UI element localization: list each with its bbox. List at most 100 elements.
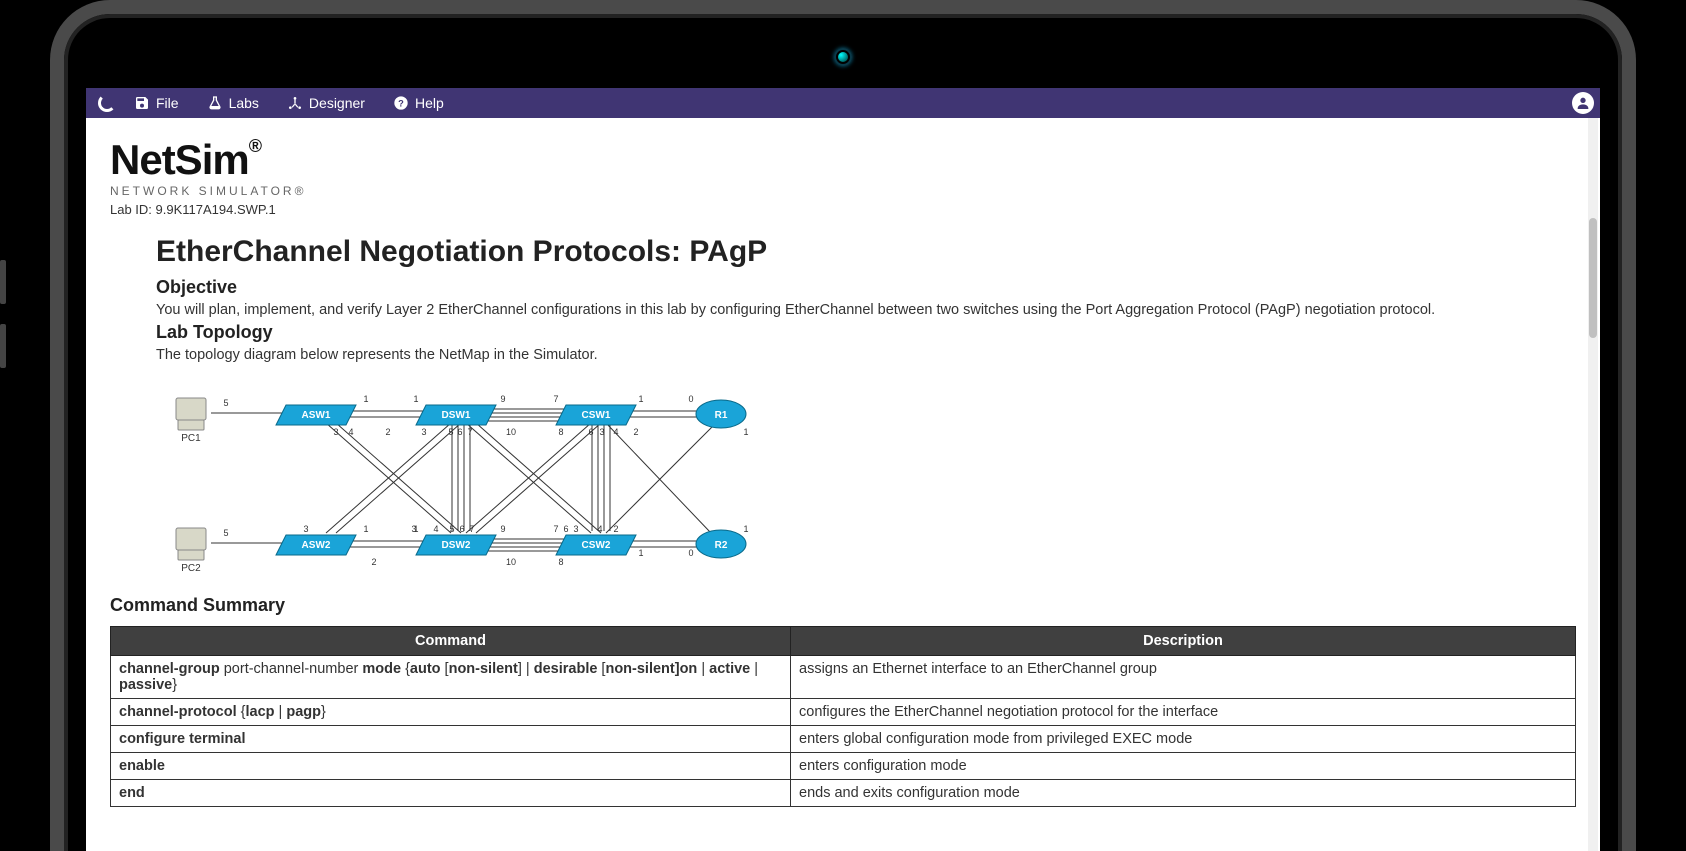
pc2-node: PC2 <box>176 528 206 574</box>
svg-text:R2: R2 <box>715 540 728 551</box>
svg-text:4: 4 <box>348 427 353 437</box>
objective-heading: Objective <box>156 277 1576 298</box>
table-row: channel-protocol {lacp | pagp}configures… <box>111 699 1576 726</box>
lab-id-label: Lab ID: <box>110 202 156 217</box>
svg-text:1: 1 <box>363 524 368 534</box>
menu-labs-label: Labs <box>229 95 259 111</box>
svg-text:CSW2: CSW2 <box>582 540 611 551</box>
scrollbar[interactable] <box>1588 118 1598 851</box>
description-cell: enters configuration mode <box>791 753 1576 780</box>
svg-text:8: 8 <box>558 427 563 437</box>
dsw2-node: DSW2 <box>416 535 496 555</box>
svg-text:9: 9 <box>500 394 505 404</box>
svg-text:2: 2 <box>371 557 376 567</box>
lab-id-value: 9.9K117A194.SWP.1 <box>156 202 276 217</box>
logo-main: NetSim <box>110 136 249 183</box>
svg-text:5: 5 <box>448 427 453 437</box>
svg-text:1: 1 <box>743 427 748 437</box>
command-cell: channel-group port-channel-number mode {… <box>111 656 791 699</box>
asw2-node: ASW2 <box>276 535 356 555</box>
command-cell: end <box>111 780 791 807</box>
flask-icon <box>207 95 223 111</box>
svg-text:9: 9 <box>500 524 505 534</box>
command-cell: channel-protocol {lacp | pagp} <box>111 699 791 726</box>
svg-text:CSW1: CSW1 <box>582 410 611 421</box>
svg-text:0: 0 <box>688 548 693 558</box>
svg-text:6: 6 <box>563 524 568 534</box>
menu-file[interactable]: File <box>134 95 179 111</box>
table-row: enableenters configuration mode <box>111 753 1576 780</box>
description-cell: assigns an Ethernet interface to an Ethe… <box>791 656 1576 699</box>
svg-text:2: 2 <box>613 524 618 534</box>
svg-text:4: 4 <box>613 427 618 437</box>
menu-help-label: Help <box>415 95 444 111</box>
svg-text:6: 6 <box>459 524 464 534</box>
asw1-node: ASW1 <box>276 405 356 425</box>
tablet-frame: File Labs Designer ? <box>50 0 1636 851</box>
svg-text:PC1: PC1 <box>181 433 201 444</box>
command-cell: configure terminal <box>111 726 791 753</box>
topology-diagram: PC1 PC2 ASW1 <box>156 373 796 583</box>
svg-text:10: 10 <box>506 557 516 567</box>
csw2-node: CSW2 <box>556 535 636 555</box>
menu-designer[interactable]: Designer <box>287 95 365 111</box>
logo-sub: NETWORK SIMULATOR <box>110 184 295 198</box>
svg-text:1: 1 <box>743 524 748 534</box>
svg-text:1: 1 <box>638 394 643 404</box>
svg-text:ASW2: ASW2 <box>302 540 331 551</box>
device-camera <box>834 48 852 66</box>
svg-text:3: 3 <box>333 427 338 437</box>
svg-text:7: 7 <box>553 394 558 404</box>
svg-text:1: 1 <box>413 394 418 404</box>
svg-text:4: 4 <box>597 524 602 534</box>
pc1-node: PC1 <box>176 398 206 444</box>
scrollbar-thumb[interactable] <box>1589 218 1597 338</box>
logo-reg2: ® <box>295 184 307 198</box>
menu-designer-label: Designer <box>309 95 365 111</box>
topology-text: The topology diagram below represents th… <box>156 347 1576 363</box>
network-icon <box>287 95 303 111</box>
svg-text:3: 3 <box>421 427 426 437</box>
user-avatar-icon[interactable] <box>1572 92 1594 114</box>
content-area: NetSim® NETWORK SIMULATOR® Lab ID: 9.9K1… <box>86 118 1600 851</box>
svg-text:1: 1 <box>638 548 643 558</box>
svg-text:PC2: PC2 <box>181 563 201 574</box>
svg-text:0: 0 <box>688 394 693 404</box>
svg-text:ASW1: ASW1 <box>302 410 331 421</box>
col-command: Command <box>111 627 791 656</box>
command-summary-heading: Command Summary <box>110 595 1576 616</box>
svg-text:3: 3 <box>303 524 308 534</box>
svg-text:3: 3 <box>411 524 416 534</box>
svg-text:4: 4 <box>433 524 438 534</box>
svg-text:7: 7 <box>553 524 558 534</box>
table-row: configure terminalenters global configur… <box>111 726 1576 753</box>
col-description: Description <box>791 627 1576 656</box>
svg-text:3: 3 <box>599 427 604 437</box>
command-summary-table: Command Description channel-group port-c… <box>110 626 1576 807</box>
csw1-node: CSW1 <box>556 405 636 425</box>
menu-labs[interactable]: Labs <box>207 95 259 111</box>
svg-text:R1: R1 <box>715 410 728 421</box>
svg-text:7: 7 <box>469 524 474 534</box>
logo-reg1: ® <box>249 136 261 156</box>
table-row: endends and exits configuration mode <box>111 780 1576 807</box>
loading-spinner-icon <box>98 94 116 112</box>
lab-id: Lab ID: 9.9K117A194.SWP.1 <box>110 202 1576 217</box>
table-row: channel-group port-channel-number mode {… <box>111 656 1576 699</box>
svg-text:3: 3 <box>573 524 578 534</box>
svg-text:10: 10 <box>506 427 516 437</box>
save-icon <box>134 95 150 111</box>
help-icon: ? <box>393 95 409 111</box>
menu-help[interactable]: ? Help <box>393 95 444 111</box>
menu-file-label: File <box>156 95 179 111</box>
svg-text:1: 1 <box>363 394 368 404</box>
svg-text:5: 5 <box>223 398 228 408</box>
page-title: EtherChannel Negotiation Protocols: PAgP <box>156 235 1576 269</box>
description-cell: ends and exits configuration mode <box>791 780 1576 807</box>
svg-text:DSW2: DSW2 <box>442 540 471 551</box>
dsw1-node: DSW1 <box>416 405 496 425</box>
objective-text: You will plan, implement, and verify Lay… <box>156 302 1576 318</box>
r1-node: R1 <box>696 400 746 428</box>
svg-text:2: 2 <box>633 427 638 437</box>
svg-text:6: 6 <box>588 427 593 437</box>
